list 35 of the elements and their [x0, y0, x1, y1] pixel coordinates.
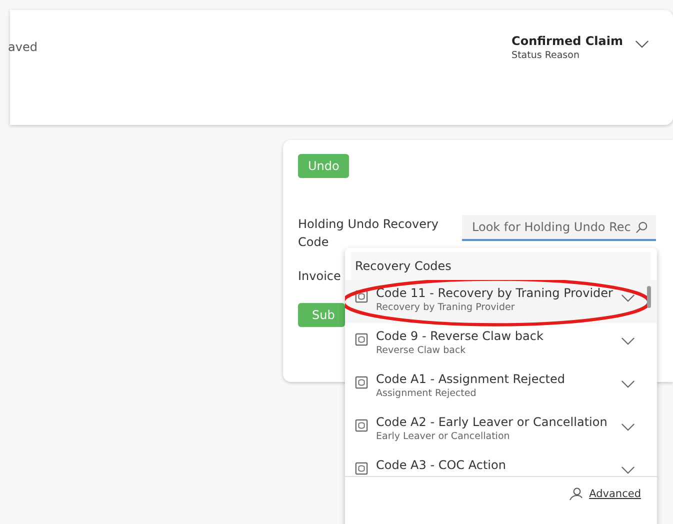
item-subtitle: Recovery by Traning Provider [376, 302, 516, 313]
record-icon [355, 376, 368, 389]
lookup-item[interactable]: Code 9 - Reverse Claw back Reverse Claw back [345, 323, 657, 366]
item-title: Code A3 - COC Action [376, 458, 507, 472]
record-icon [355, 462, 368, 475]
item-subtitle: Assignment Rejected [376, 388, 478, 399]
advanced-link[interactable]: Advanced [589, 488, 641, 500]
lookup-item[interactable]: Code A1 - Assignment Rejected Assignment Rejected [345, 366, 657, 409]
record-icon [355, 419, 368, 432]
chevron-down-icon[interactable] [621, 423, 635, 432]
status-value: Confirmed Claim [512, 34, 623, 48]
chevron-down-icon[interactable] [635, 40, 649, 49]
lookup-item[interactable]: Code A3 - COC Action [345, 452, 657, 476]
search-field[interactable]: Look for Holding Undo Rec [462, 215, 656, 241]
person-icon [569, 487, 584, 501]
lookup-item[interactable]: Code A2 - Early Leaver or Cancellation Early Leaver or Cancellation [345, 409, 657, 452]
status-label: Status Reason [512, 50, 580, 61]
dropdown-heading: Recovery Codes [351, 252, 651, 280]
chevron-down-icon[interactable] [621, 466, 635, 475]
item-subtitle: Reverse Claw back [376, 345, 467, 356]
item-title: Code 11 - Recovery by Traning Provider [376, 286, 613, 300]
item-title: Code A2 - Early Leaver or Cancellation [376, 415, 608, 429]
record-icon [355, 290, 368, 303]
item-subtitle: Early Leaver or Cancellation [376, 431, 511, 442]
chevron-down-icon[interactable] [621, 294, 635, 303]
item-title: Code 9 - Reverse Claw back [376, 329, 544, 343]
chevron-down-icon[interactable] [621, 380, 635, 389]
search-icon[interactable] [635, 220, 648, 234]
saved-text: aved [8, 40, 38, 54]
chevron-down-icon[interactable] [621, 337, 635, 346]
scrollbar[interactable] [647, 286, 651, 308]
item-title: Code A1 - Assignment Rejected [376, 372, 566, 386]
field-label: Holding Undo Recovery Code [298, 216, 440, 251]
record-icon [355, 333, 368, 346]
field-label: Invoice [298, 268, 342, 285]
